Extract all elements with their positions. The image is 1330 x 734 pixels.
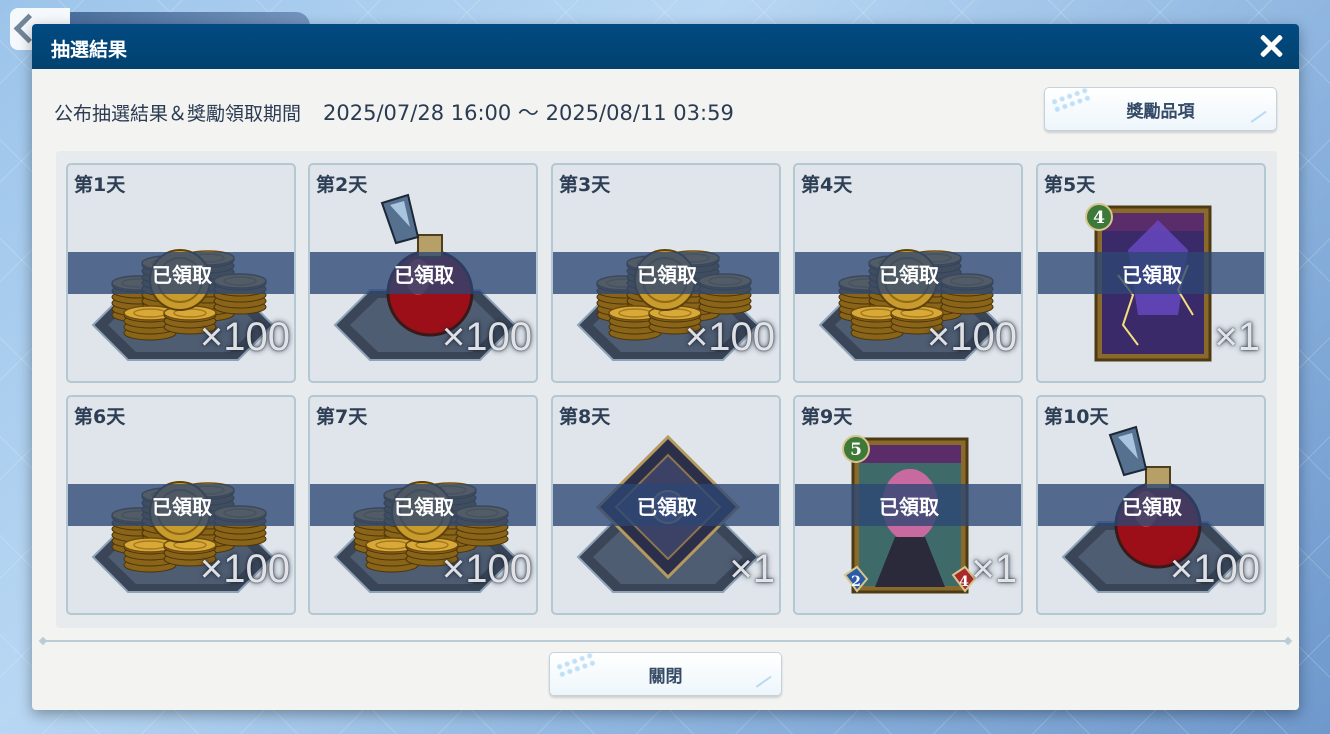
day-label: 第8天 [559, 406, 611, 428]
reward-cell-day-2[interactable]: 第2天 ×100 已領取 [308, 163, 538, 383]
claim-period-label: 公布抽選結果＆獎勵領取期間 [54, 103, 302, 125]
claimed-badge: 已領取 [310, 252, 536, 294]
claimed-label: 已領取 [879, 494, 939, 519]
day-label: 第2天 [316, 174, 368, 196]
claimed-label: 已領取 [152, 494, 212, 519]
close-icon[interactable] [1257, 32, 1285, 60]
claimed-badge: 已領取 [310, 484, 536, 526]
reward-quantity: ×100 [1169, 547, 1260, 591]
svg-text:4: 4 [1093, 208, 1105, 228]
claimed-label: 已領取 [1122, 262, 1182, 287]
claimed-label: 已領取 [637, 262, 697, 287]
day-label: 第1天 [74, 174, 126, 196]
claimed-label: 已領取 [394, 494, 454, 519]
claimed-badge: 已領取 [553, 484, 779, 526]
reward-quantity: ×100 [199, 315, 290, 359]
reward-cell-day-10[interactable]: 第10天 ×100 已領取 [1036, 395, 1266, 615]
reward-quantity: ×100 [684, 315, 775, 359]
dialog-titlebar: 抽選結果 [32, 24, 1299, 69]
claimed-label: 已領取 [637, 494, 697, 519]
reward-quantity: ×100 [441, 547, 532, 591]
reward-cell-day-3[interactable]: 第3天 ×100 已領取 [551, 163, 781, 383]
claimed-badge: 已領取 [795, 484, 1021, 526]
reward-cell-day-6[interactable]: 第6天 ×100 已領取 [66, 395, 296, 615]
reward-cell-day-9[interactable]: 第9天 5 2 4 ×1 已領取 [793, 395, 1023, 615]
claimed-badge: 已領取 [553, 252, 779, 294]
claimed-badge: 已領取 [1038, 484, 1264, 526]
reward-quantity: ×1 [1214, 315, 1260, 359]
reward-cell-day-1[interactable]: 第1天 ×100 已領取 [66, 163, 296, 383]
reward-cell-day-8[interactable]: 第8天 ×1 已領取 [551, 395, 781, 615]
claim-period-value: 2025/07/28 16:00 ～ 2025/08/11 03:59 [323, 101, 734, 125]
dialog-title: 抽選結果 [51, 39, 128, 61]
claimed-label: 已領取 [394, 262, 454, 287]
day-label: 第5天 [1044, 174, 1096, 196]
claimed-badge: 已領取 [68, 484, 294, 526]
reward-quantity: ×1 [729, 547, 775, 591]
reward-quantity: ×1 [971, 547, 1017, 591]
claim-period: 公布抽選結果＆獎勵領取期間 2025/07/28 16:00 ～ 2025/08/… [54, 97, 734, 127]
claimed-label: 已領取 [879, 262, 939, 287]
reward-quantity: ×100 [441, 315, 532, 359]
svg-text:5: 5 [850, 440, 862, 460]
svg-text:4: 4 [959, 574, 969, 590]
claimed-badge: 已領取 [68, 252, 294, 294]
reward-cell-day-5[interactable]: 第5天 4 ×1 已領取 [1036, 163, 1266, 383]
lottery-result-dialog: 抽選結果 公布抽選結果＆獎勵領取期間 2025/07/28 16:00 ～ 202… [32, 24, 1299, 710]
reward-cell-day-7[interactable]: 第7天 ×100 已領取 [308, 395, 538, 615]
reward-items-button-label: 獎勵品項 [1126, 101, 1195, 122]
reward-cell-day-4[interactable]: 第4天 ×100 已領取 [793, 163, 1023, 383]
claimed-label: 已領取 [1122, 494, 1182, 519]
day-label: 第4天 [801, 174, 853, 196]
claimed-badge: 已領取 [1038, 252, 1264, 294]
day-label: 第3天 [559, 174, 611, 196]
reward-quantity: ×100 [926, 315, 1017, 359]
claimed-label: 已領取 [152, 262, 212, 287]
day-label: 第6天 [74, 406, 126, 428]
reward-quantity: ×100 [199, 547, 290, 591]
close-button[interactable]: 關閉 [549, 652, 782, 696]
reward-items-button[interactable]: 獎勵品項 [1044, 87, 1277, 131]
divider [42, 640, 1289, 642]
day-label: 第9天 [801, 406, 853, 428]
claimed-badge: 已領取 [795, 252, 1021, 294]
day-label: 第10天 [1044, 406, 1109, 428]
day-label: 第7天 [316, 406, 368, 428]
close-button-label: 關閉 [648, 666, 683, 687]
svg-text:2: 2 [851, 574, 861, 590]
